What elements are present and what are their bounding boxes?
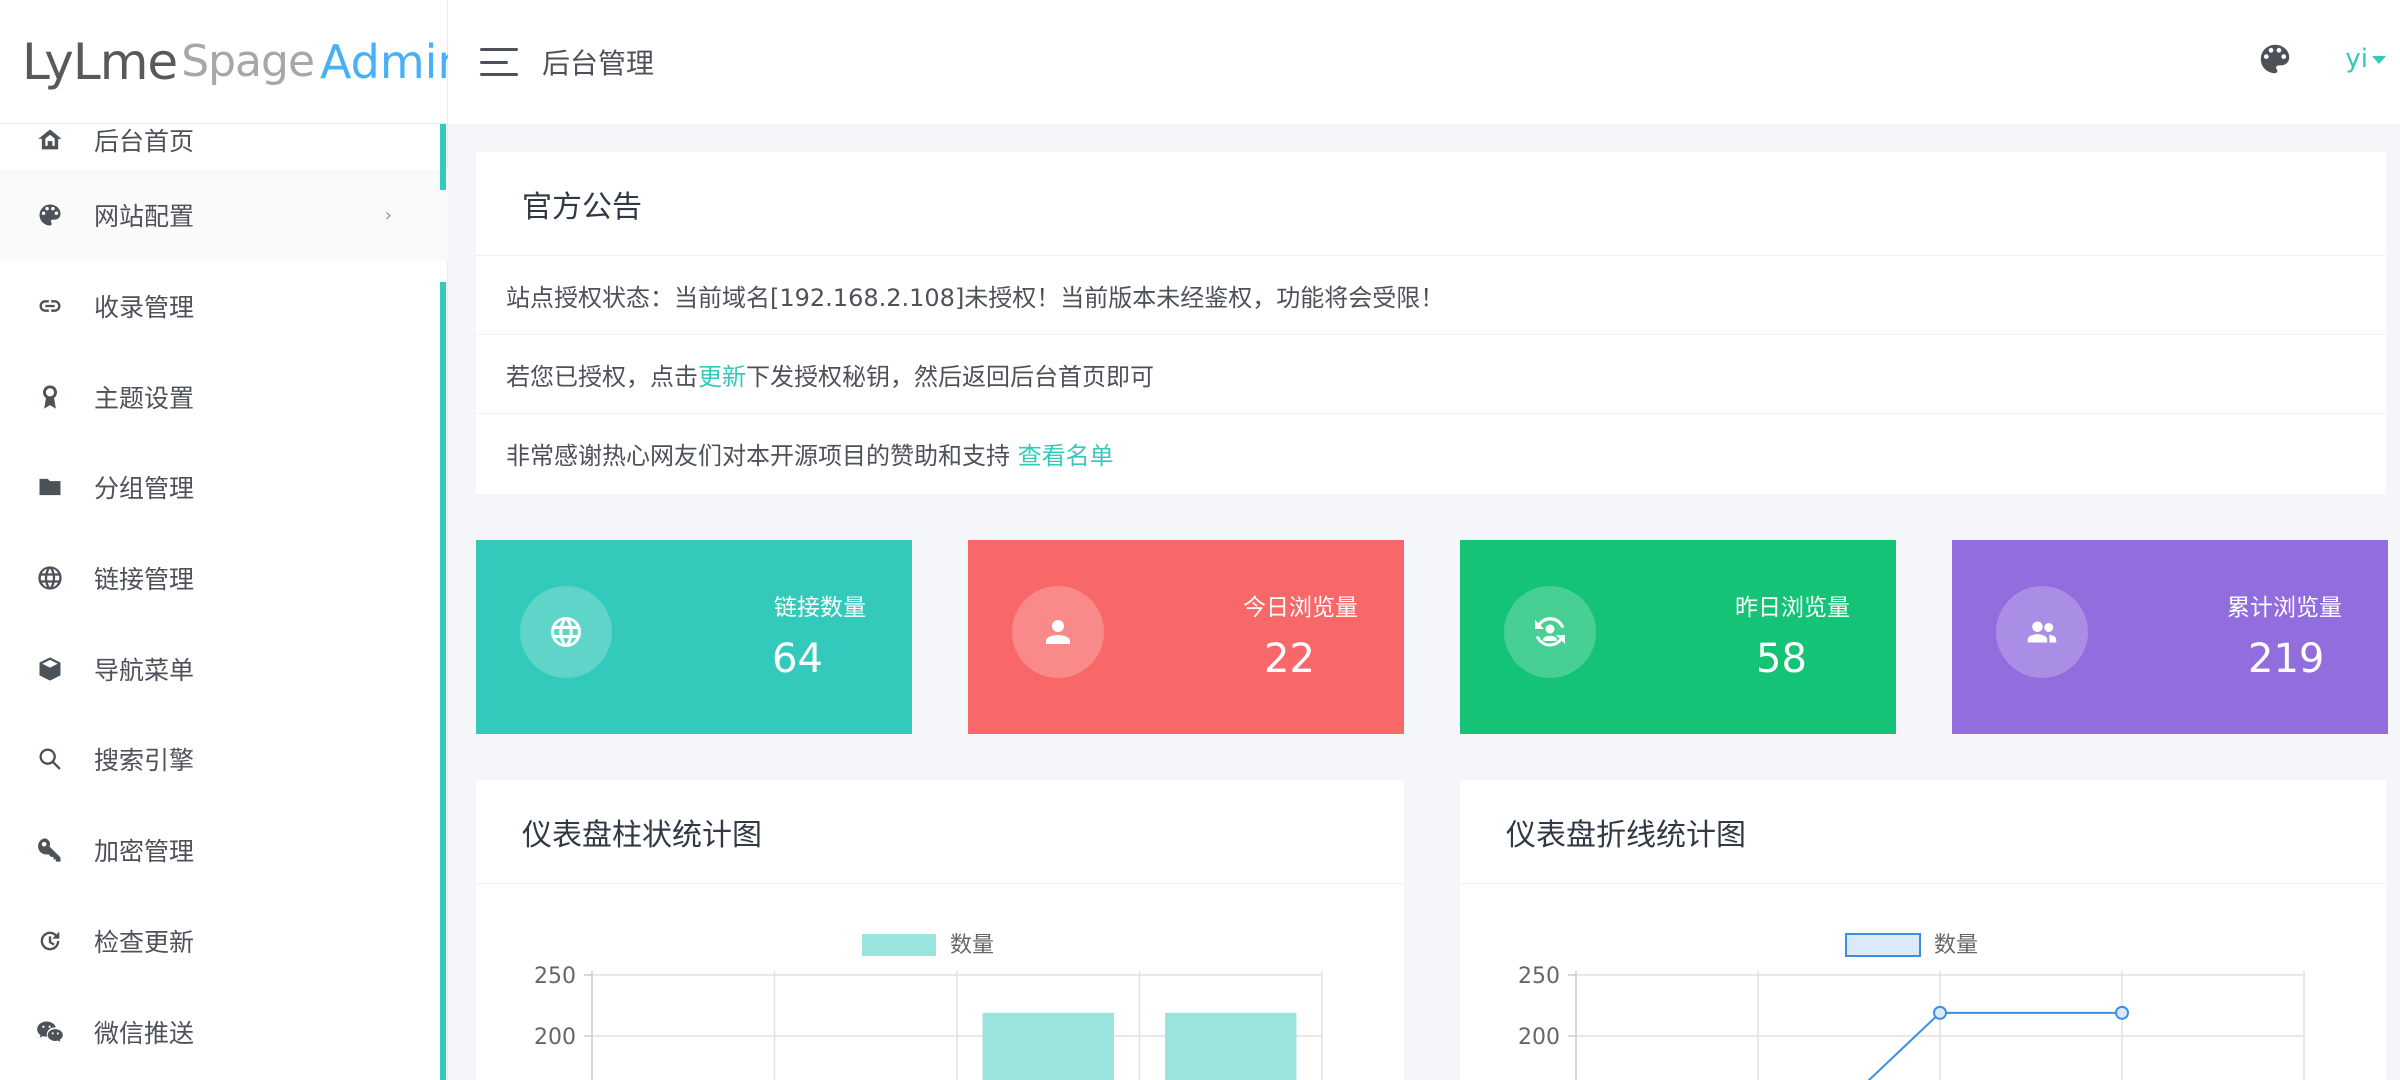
stat-label: 昨日浏览量 [1735,595,1850,621]
page-title: 后台管理 [542,47,655,80]
logo[interactable]: LyLme Spage Admin [0,0,467,124]
bar [1165,1012,1297,1080]
series-line [1867,1012,1941,1080]
sidebar-item-home[interactable]: 后台首页 [0,110,448,170]
stat-value: 58 [1756,636,1807,682]
line-chart-title: 仪表盘折线统计图 [1460,780,2386,884]
menu-toggle-icon[interactable] [480,48,518,76]
user-name: yi [2345,44,2368,74]
user-menu[interactable]: yi [2345,44,2386,74]
globe-icon [34,562,66,594]
sidebar-nav: 后台首页 网站配置 › 收录管理 主题设置 分组管理 链接管理 导航菜单 搜索引… [0,124,448,1077]
sidebar-item-theme[interactable]: 主题设置 [0,351,448,442]
user-icon [1012,586,1104,678]
y-tick-label: 250 [1518,964,1560,989]
sidebar-item-label: 分组管理 [94,474,195,504]
line-chart: 数量 250 200 [1518,933,2305,1080]
notice-card: 官方公告 站点授权状态：当前域名[192.168.2.108]未授权！当前版本未… [476,152,2386,494]
sidebar-item-label: 后台首页 [94,127,195,156]
sidebar-item-label: 网站配置 [94,202,195,232]
home-icon [34,124,66,156]
bar [982,1012,1114,1080]
line-chart-card: 仪表盘折线统计图 数量 250 200 [1460,780,2386,1080]
wechat-icon [34,1016,66,1048]
stat-value: 22 [1264,636,1315,682]
award-icon [34,381,66,413]
globe-icon [520,586,612,678]
users-icon [1996,586,2088,678]
bar-chart-title: 仪表盘柱状统计图 [476,780,1404,884]
legend-swatch [1845,933,1921,957]
sidebar-item-groups[interactable]: 分组管理 [0,442,448,533]
user-sync-icon [1504,586,1596,678]
data-point [2115,1005,2129,1020]
bar-chart-card: 仪表盘柱状统计图 数量 250 200 [476,780,1404,1080]
chevron-right-icon: › [384,204,392,226]
stat-card-today-views: 今日浏览量 22 [968,540,1404,734]
notice-text: 非常感谢热心网友们对本开源项目的赞助和支持 [506,442,1018,470]
sidebar-scroll-indicator[interactable] [440,282,446,1080]
sidebar-item-label: 收录管理 [94,293,195,323]
caret-down-icon [2372,55,2386,64]
stat-value: 64 [772,636,823,682]
sidebar-active-indicator [440,124,446,190]
update-link[interactable]: 更新 [698,357,746,392]
link-icon [34,290,66,322]
view-sponsors-link[interactable]: 查看名单 [1018,436,1114,471]
stat-card-links: 链接数量 64 [476,540,912,734]
bar-chart: 数量 250 200 [534,933,1323,1080]
logo-part-lylme: LyLme [22,32,178,91]
notice-text: 若您已授权，点击 [506,362,698,391]
y-tick-label: 250 [534,964,576,989]
sidebar-item-label: 链接管理 [94,565,195,595]
search-icon [34,743,66,775]
stat-label: 累计浏览量 [2227,595,2342,621]
refresh-icon [34,925,66,957]
notice-title: 官方公告 [476,152,2386,256]
sidebar-item-label: 导航菜单 [94,655,195,685]
sidebar-item-links[interactable]: 链接管理 [0,533,448,624]
sidebar-item-label: 加密管理 [94,837,195,867]
stat-label: 今日浏览量 [1243,595,1358,621]
cube-icon [34,653,66,685]
y-tick-label: 200 [1518,1025,1560,1050]
legend-swatch [862,934,936,956]
stat-card-total-views: 累计浏览量 219 [1952,540,2388,734]
stat-value: 219 [2248,636,2325,682]
notice-line-update: 若您已授权，点击 更新 下发授权秘钥，然后返回后台首页即可 [476,335,2386,414]
sidebar-item-site-config[interactable]: 网站配置 › [0,170,448,261]
sidebar-item-wechat-push[interactable]: 微信推送 [0,986,448,1077]
sidebar-item-encryption[interactable]: 加密管理 [0,805,448,896]
stat-label: 链接数量 [774,595,866,621]
notice-text: 站点授权状态：当前域名[192.168.2.108]未授权！当前版本未经鉴权，功… [506,283,1445,312]
stat-card-yesterday-views: 昨日浏览量 58 [1460,540,1896,734]
y-tick-label: 200 [534,1025,576,1050]
key-icon [34,834,66,866]
sidebar-item-check-update[interactable]: 检查更新 [0,896,448,987]
sidebar-item-submissions[interactable]: 收录管理 [0,261,448,352]
palette-icon [34,199,66,231]
folder-icon [34,471,66,503]
sidebar-item-label: 微信推送 [94,1018,195,1048]
notice-line-thanks: 非常感谢热心网友们对本开源项目的赞助和支持 查看名单 [476,414,2386,493]
sidebar: LyLme Spage Admin 后台首页 网站配置 › 收录管理 主题设置 … [0,0,467,1080]
notice-text: 下发授权秘钥，然后返回后台首页即可 [746,362,1154,391]
sidebar-item-nav-menu[interactable]: 导航菜单 [0,623,448,714]
logo-part-spage: Spage [181,36,315,87]
notice-line-auth-status: 站点授权状态：当前域名[192.168.2.108]未授权！当前版本未经鉴权，功… [476,256,2386,335]
sidebar-item-label: 检查更新 [94,927,195,957]
sidebar-item-search-engines[interactable]: 搜索引擎 [0,714,448,805]
sidebar-item-label: 主题设置 [94,383,195,413]
legend-label: 数量 [1934,933,1978,958]
data-point [1933,1005,1947,1020]
top-header: 后台管理 yi [448,0,2400,124]
theme-palette-icon[interactable] [2256,40,2294,78]
logo-part-admin: Admin [320,34,467,89]
sidebar-item-label: 搜索引擎 [94,746,195,776]
legend-label: 数量 [950,933,994,958]
